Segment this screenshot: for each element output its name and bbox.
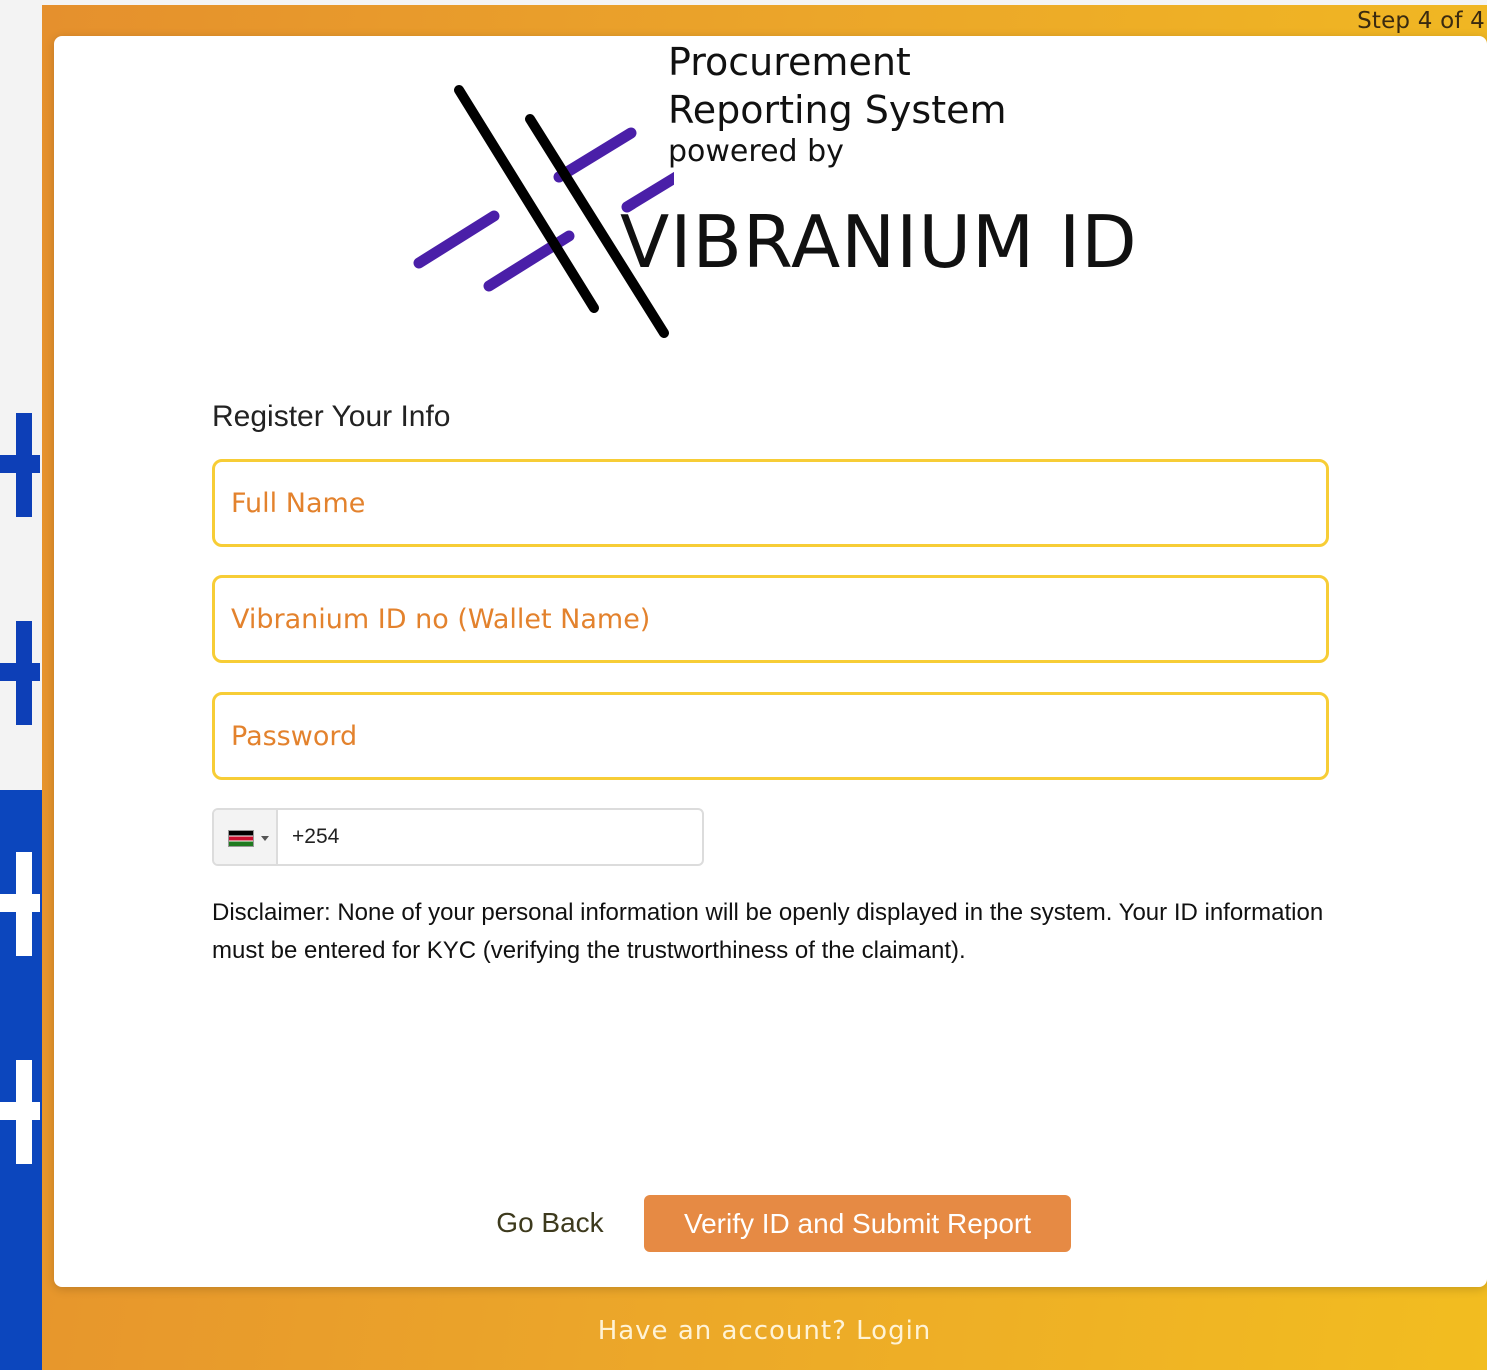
registration-panel: Step 4 of 4 Procurement Reporting System… — [42, 5, 1487, 1370]
phone-input[interactable] — [278, 810, 698, 864]
plus-decoration-icon — [0, 1060, 40, 1164]
kenya-flag-icon — [228, 830, 254, 847]
registration-card: Procurement Reporting System powered by … — [54, 36, 1487, 1287]
plus-decoration-icon — [0, 621, 40, 725]
login-link[interactable]: Login — [856, 1316, 931, 1346]
chevron-down-icon — [261, 836, 269, 841]
phone-field — [212, 808, 704, 866]
plus-decoration-icon — [0, 413, 40, 517]
verify-submit-button[interactable]: Verify ID and Submit Report — [644, 1195, 1071, 1252]
vibranium-id-input[interactable] — [212, 575, 1329, 663]
full-name-input[interactable] — [212, 459, 1329, 547]
left-background-strip — [0, 0, 42, 1370]
logo-brand-name: VIBRANIUM ID — [620, 200, 1138, 284]
step-indicator: Step 4 of 4 — [1357, 8, 1485, 34]
logo-line-reporting-system: Reporting System — [668, 88, 1007, 132]
logo-line-powered-by: powered by — [668, 134, 844, 169]
country-selector[interactable] — [214, 810, 278, 864]
plus-decoration-icon — [0, 852, 40, 956]
have-account-text: Have an account? — [597, 1316, 847, 1346]
footer: Have an account? Login — [42, 1316, 1487, 1346]
password-input[interactable] — [212, 692, 1329, 780]
form-title: Register Your Info — [212, 400, 451, 433]
disclaimer-text: Disclaimer: None of your personal inform… — [212, 899, 1324, 964]
go-back-button[interactable]: Go Back — [496, 1195, 604, 1251]
logo-line-procurement: Procurement — [668, 40, 911, 84]
